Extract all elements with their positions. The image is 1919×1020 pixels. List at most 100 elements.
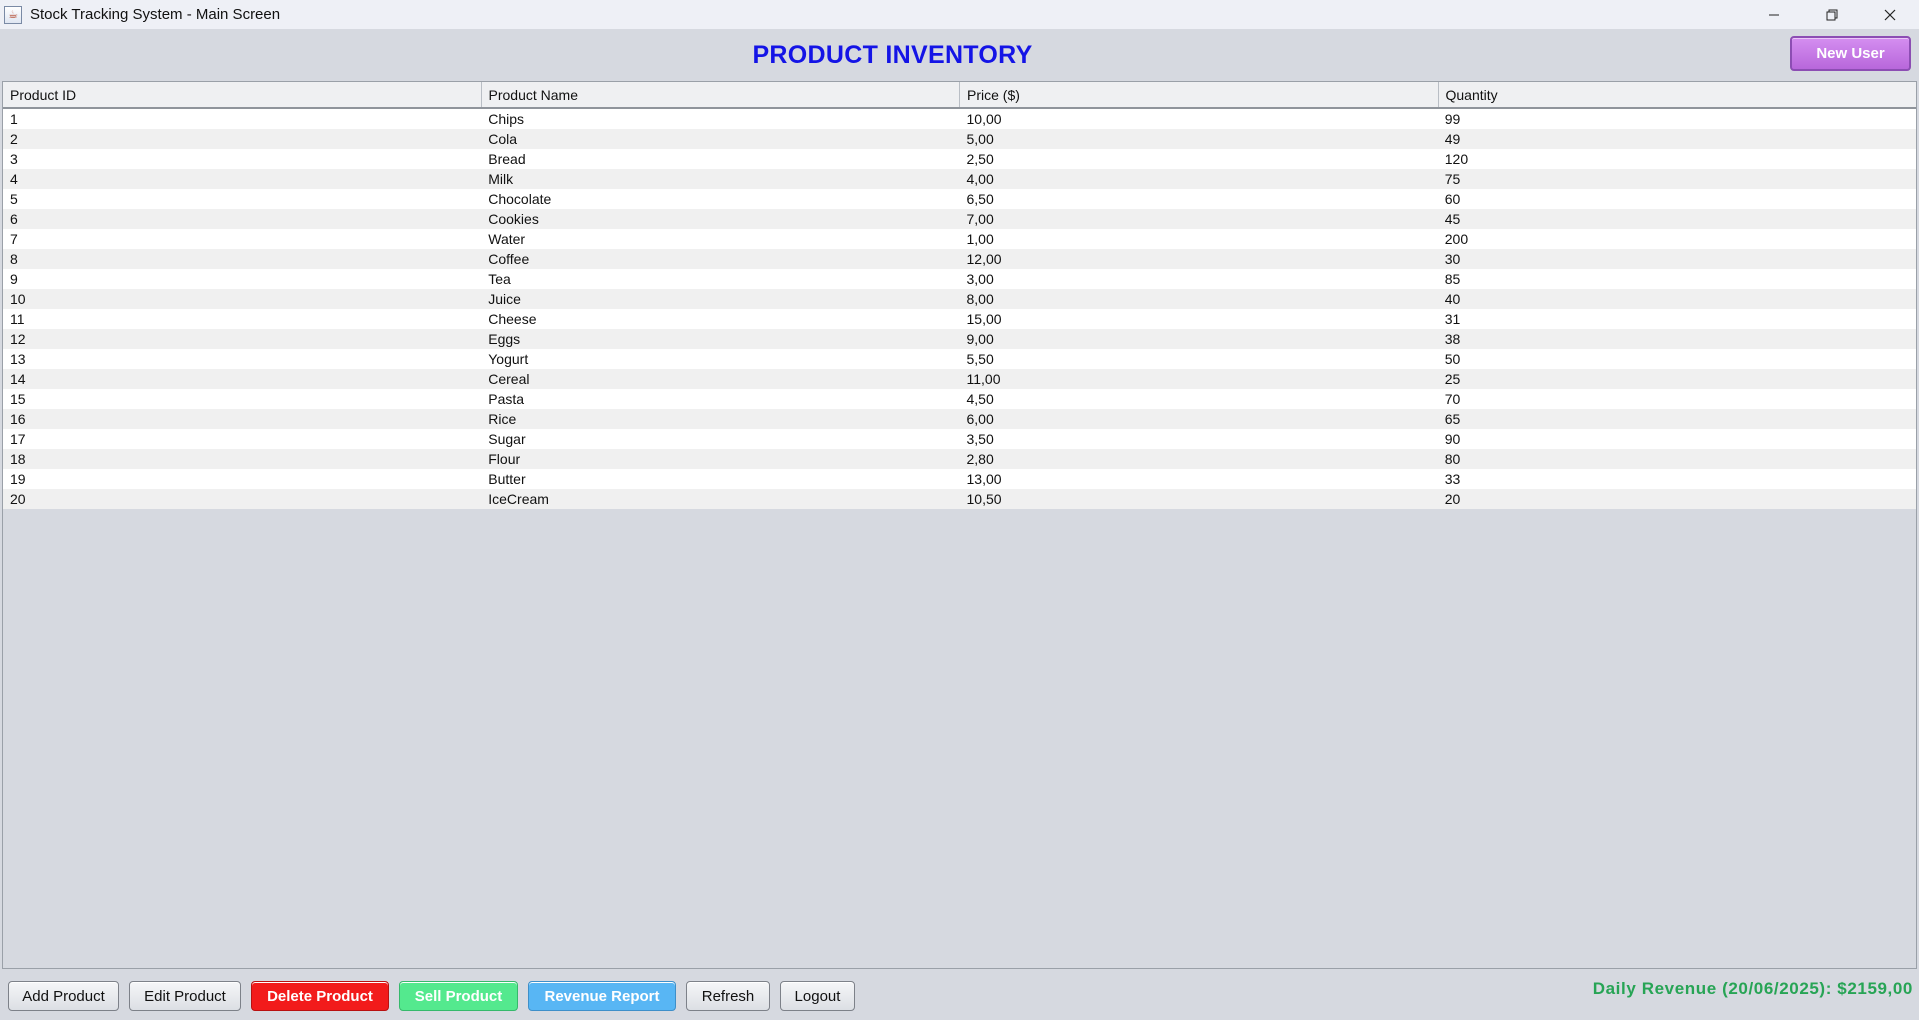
cell-quantity: 65 — [1444, 411, 1461, 427]
table-row[interactable]: 1 Chips 10,00 99 — [3, 109, 1916, 129]
close-icon[interactable] — [1861, 0, 1919, 29]
cell-product-name: Sugar — [488, 431, 526, 447]
cell-product-name: Pasta — [488, 391, 525, 407]
java-app-icon: ☕ — [4, 5, 22, 24]
delete-product-button[interactable]: Delete Product — [251, 981, 389, 1011]
cell-price: 7,00 — [966, 211, 994, 227]
cell-product-name: Eggs — [488, 331, 521, 347]
page-title: PRODUCT INVENTORY — [752, 41, 1033, 69]
cell-quantity: 25 — [1444, 371, 1461, 387]
cell-product-name: Coffee — [488, 251, 530, 267]
table-row[interactable]: 20 IceCream 10,50 20 — [3, 489, 1916, 509]
cell-price: 13,00 — [966, 471, 1002, 487]
table-row[interactable]: 7 Water 1,00 200 — [3, 229, 1916, 249]
table-row[interactable]: 10 Juice 8,00 40 — [3, 289, 1916, 309]
cell-quantity: 85 — [1444, 271, 1461, 287]
header: PRODUCT INVENTORY New User — [0, 29, 1919, 81]
cell-product-name: Cheese — [488, 311, 537, 327]
cell-price: 8,00 — [966, 291, 994, 307]
cell-price: 6,50 — [966, 191, 994, 207]
sell-product-button[interactable]: Sell Product — [399, 981, 518, 1011]
cell-product-name: Flour — [488, 451, 521, 467]
cell-product-id: 12 — [10, 331, 26, 347]
cell-price: 15,00 — [966, 311, 1002, 327]
cell-product-id: 10 — [10, 291, 26, 307]
column-header-price[interactable]: Price ($) — [960, 82, 1439, 107]
table-row[interactable]: 3 Bread 2,50 120 — [3, 149, 1916, 169]
cell-price: 2,50 — [966, 151, 994, 167]
cell-price: 2,80 — [966, 451, 994, 467]
cell-quantity: 90 — [1444, 431, 1461, 447]
bottom-toolbar: Add Product Edit Product Delete Product … — [0, 969, 1919, 1020]
cell-product-id: 3 — [10, 151, 18, 167]
product-table[interactable]: Product ID Product Name Price ($) Quanti… — [2, 81, 1917, 969]
table-row[interactable]: 16 Rice 6,00 65 — [3, 409, 1916, 429]
table-row[interactable]: 2 Cola 5,00 49 — [3, 129, 1916, 149]
table-row[interactable]: 5 Chocolate 6,50 60 — [3, 189, 1916, 209]
cell-quantity: 38 — [1444, 331, 1461, 347]
table-row[interactable]: 12 Eggs 9,00 38 — [3, 329, 1916, 349]
table-row[interactable]: 18 Flour 2,80 80 — [3, 449, 1916, 469]
revenue-report-button[interactable]: Revenue Report — [528, 981, 676, 1011]
table-row[interactable]: 14 Cereal 11,00 25 — [3, 369, 1916, 389]
table-row[interactable]: 19 Butter 13,00 33 — [3, 469, 1916, 489]
cell-quantity: 49 — [1444, 131, 1461, 147]
column-header-product-name[interactable]: Product Name — [482, 82, 960, 107]
minimize-icon[interactable] — [1745, 0, 1803, 29]
cell-quantity: 75 — [1444, 171, 1461, 187]
cell-quantity: 45 — [1444, 211, 1461, 227]
table-row[interactable]: 15 Pasta 4,50 70 — [3, 389, 1916, 409]
table-row[interactable]: 11 Cheese 15,00 31 — [3, 309, 1916, 329]
cell-product-id: 2 — [10, 131, 18, 147]
daily-revenue-label: Daily Revenue (20/06/2025): $2159,00 — [1592, 979, 1913, 998]
column-header-product-id[interactable]: Product ID — [3, 82, 482, 107]
new-user-button[interactable]: New User — [1790, 36, 1911, 71]
cell-quantity: 20 — [1444, 491, 1461, 507]
cell-product-id: 8 — [10, 251, 18, 267]
cell-product-id: 7 — [10, 231, 18, 247]
add-product-button[interactable]: Add Product — [8, 981, 119, 1011]
cell-product-id: 15 — [10, 391, 26, 407]
table-row[interactable]: 9 Tea 3,00 85 — [3, 269, 1916, 289]
cell-product-id: 17 — [10, 431, 26, 447]
cell-quantity: 200 — [1444, 231, 1469, 247]
cell-product-id: 18 — [10, 451, 26, 467]
restore-icon[interactable] — [1803, 0, 1861, 29]
cell-product-id: 11 — [10, 311, 25, 327]
cell-product-name: Chocolate — [488, 191, 552, 207]
cell-product-name: Butter — [488, 471, 526, 487]
cell-price: 4,00 — [966, 171, 994, 187]
cell-quantity: 80 — [1444, 451, 1461, 467]
table-row[interactable]: 8 Coffee 12,00 30 — [3, 249, 1916, 269]
cell-quantity: 30 — [1444, 251, 1461, 267]
main-window: ☕ Stock Tracking System - Main Screen PR… — [0, 0, 1919, 1020]
cell-product-name: Milk — [488, 171, 514, 187]
logout-button[interactable]: Logout — [780, 981, 855, 1011]
cell-product-id: 13 — [10, 351, 26, 367]
cell-product-name: Juice — [488, 291, 521, 307]
cell-product-name: Cola — [488, 131, 518, 147]
refresh-button[interactable]: Refresh — [686, 981, 770, 1011]
column-header-quantity[interactable]: Quantity — [1439, 82, 1917, 107]
cell-product-name: Tea — [488, 271, 511, 287]
table-row[interactable]: 6 Cookies 7,00 45 — [3, 209, 1916, 229]
edit-product-button[interactable]: Edit Product — [129, 981, 241, 1011]
cell-quantity: 31 — [1444, 311, 1461, 327]
cell-product-id: 19 — [10, 471, 26, 487]
cell-product-id: 5 — [10, 191, 18, 207]
cell-price: 3,50 — [966, 431, 994, 447]
cell-product-id: 4 — [10, 171, 18, 187]
table-header: Product ID Product Name Price ($) Quanti… — [3, 82, 1916, 109]
table-row[interactable]: 13 Yogurt 5,50 50 — [3, 349, 1916, 369]
cell-product-name: IceCream — [488, 491, 549, 507]
cell-product-id: 20 — [10, 491, 26, 507]
cell-quantity: 50 — [1444, 351, 1461, 367]
cell-product-name: Bread — [488, 151, 526, 167]
cell-product-id: 1 — [10, 111, 18, 127]
cell-product-name: Chips — [488, 111, 525, 127]
table-body: 1 Chips 10,00 99 2 Cola 5,00 49 3 Bread 2,50 120 4 Mi… — [3, 109, 1916, 509]
table-row[interactable]: 4 Milk 4,00 75 — [3, 169, 1916, 189]
cell-price: 5,00 — [966, 131, 994, 147]
table-row[interactable]: 17 Sugar 3,50 90 — [3, 429, 1916, 449]
cell-product-name: Cookies — [488, 211, 539, 227]
